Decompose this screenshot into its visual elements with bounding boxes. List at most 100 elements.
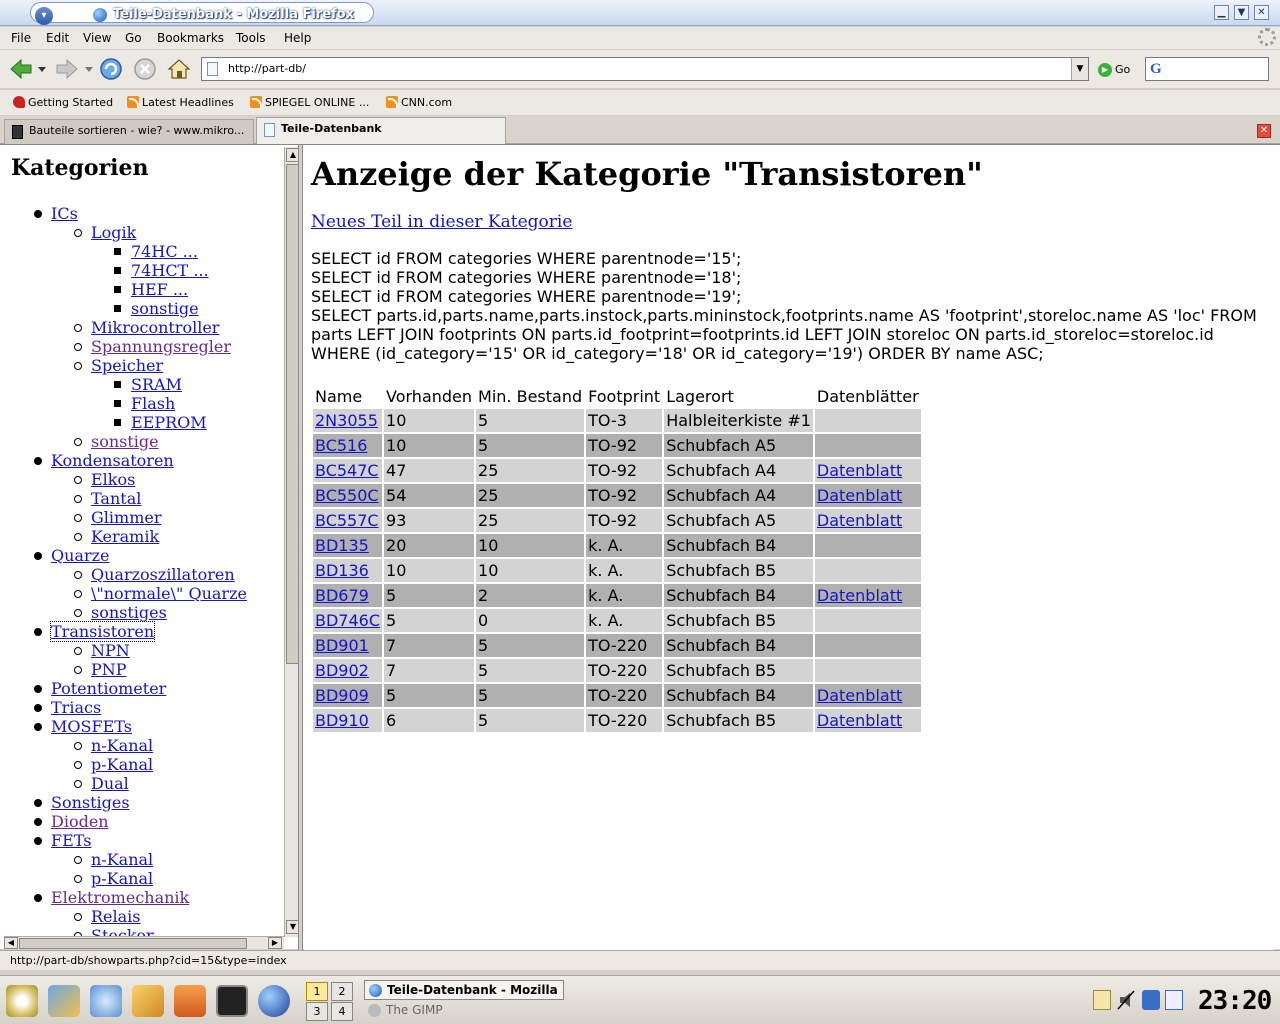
vertical-scrollbar[interactable]: ▲ ▼ — [284, 147, 298, 937]
category-link[interactable]: Kondensatoren — [51, 451, 174, 470]
datasheet-link[interactable]: Datenblatt — [817, 461, 902, 480]
vertical-scroll-thumb[interactable] — [286, 164, 298, 664]
bookmark-cnn[interactable]: CNN.com — [386, 96, 452, 109]
category-link[interactable]: p-Kanal — [91, 869, 153, 888]
desktop-4-button[interactable]: 4 — [331, 1002, 353, 1021]
mixer-muted-icon[interactable] — [1117, 990, 1135, 1010]
category-link[interactable]: SRAM — [131, 375, 182, 394]
category-link[interactable]: 74HCT ... — [131, 261, 209, 280]
desktop-3-button[interactable]: 3 — [306, 1002, 328, 1021]
datasheet-link[interactable]: Datenblatt — [817, 511, 902, 530]
network-monitor-icon[interactable] — [1165, 990, 1183, 1010]
category-link[interactable]: Spannungsregler — [91, 337, 231, 356]
menu-help[interactable]: Help — [284, 31, 311, 45]
datasheet-link[interactable]: Datenblatt — [817, 686, 902, 705]
datasheet-link[interactable]: Datenblatt — [817, 586, 902, 605]
kmix-icon[interactable] — [1142, 990, 1160, 1010]
category-link[interactable]: 74HC ... — [131, 242, 198, 261]
part-link[interactable]: BD902 — [315, 661, 369, 680]
tab-mikrocontroller[interactable]: Bauteile sortieren - wie? - www.mikro... — [4, 119, 254, 144]
category-link[interactable]: n-Kanal — [91, 736, 153, 755]
network-icon[interactable] — [90, 985, 122, 1017]
category-link[interactable]: Mikrocontroller — [91, 318, 219, 337]
category-link[interactable]: HEF ... — [131, 280, 188, 299]
category-link[interactable]: Sonstiges — [51, 793, 130, 812]
category-link[interactable]: \"normale\" Quarze — [91, 584, 247, 603]
category-link[interactable]: p-Kanal — [91, 755, 153, 774]
category-link[interactable]: MOSFETs — [51, 717, 132, 736]
category-link[interactable]: Tantal — [91, 489, 141, 508]
url-input[interactable]: http://part-db/ ▼ — [201, 57, 1089, 81]
close-window-icon[interactable]: ✕ — [1254, 5, 1269, 20]
category-link[interactable]: n-Kanal — [91, 850, 153, 869]
category-link[interactable]: Dioden — [51, 812, 109, 831]
category-link[interactable]: Elkos — [91, 470, 135, 489]
category-link[interactable]: Quarze — [51, 546, 110, 565]
category-link[interactable]: Logik — [91, 223, 136, 242]
reload-icon[interactable] — [98, 56, 124, 82]
part-link[interactable]: BD135 — [315, 536, 369, 555]
task-gimp[interactable]: The GIMP — [364, 1001, 564, 1021]
back-history-dropdown-icon[interactable] — [38, 65, 46, 73]
window-menu-icon[interactable]: ▾ — [35, 7, 53, 25]
category-scroll-area[interactable]: Kategorien ICs Logik 74HC ... 74HCT ... HEF … — [4, 147, 284, 937]
category-link[interactable]: Transistoren — [49, 621, 156, 642]
category-link[interactable]: Quarzoszillatoren — [91, 565, 235, 584]
category-link[interactable]: sonstiges — [91, 603, 167, 622]
forward-arrow-icon[interactable] — [54, 56, 80, 82]
category-link[interactable]: Triacs — [51, 698, 101, 717]
category-link[interactable]: sonstige — [91, 432, 159, 451]
desktop-2-button[interactable]: 2 — [331, 982, 353, 1001]
url-dropdown-icon[interactable]: ▼ — [1071, 58, 1088, 80]
part-link[interactable]: BD901 — [315, 636, 369, 655]
category-link[interactable]: Dual — [91, 774, 129, 793]
bookmark-getting-started[interactable]: Getting Started — [13, 96, 113, 109]
task-firefox[interactable]: Teile-Datenbank - Mozilla F — [364, 980, 564, 1000]
bookmark-spiegel[interactable]: SPIEGEL ONLINE ... — [250, 96, 369, 109]
stop-icon[interactable] — [132, 56, 158, 82]
desktop-1-button[interactable]: 1 — [306, 982, 328, 1001]
category-link[interactable]: PNP — [91, 660, 127, 679]
home-folder-icon[interactable] — [174, 985, 206, 1017]
category-link[interactable]: Flash — [131, 394, 175, 413]
search-input[interactable]: G — [1145, 57, 1269, 81]
terminal-icon[interactable] — [216, 985, 248, 1017]
menu-go[interactable]: Go — [125, 31, 142, 45]
category-link[interactable]: FETs — [51, 831, 92, 850]
forward-history-dropdown-icon[interactable] — [85, 65, 93, 73]
menu-bookmarks[interactable]: Bookmarks — [157, 31, 224, 45]
datasheet-link[interactable]: Datenblatt — [817, 486, 902, 505]
kde-menu-icon[interactable] — [6, 985, 38, 1017]
part-link[interactable]: BC547C — [315, 461, 379, 480]
menu-view[interactable]: View — [83, 31, 111, 45]
maximize-icon[interactable]: ▼ — [1234, 5, 1249, 20]
editor-icon[interactable] — [132, 985, 164, 1017]
scroll-up-icon[interactable]: ▲ — [286, 148, 298, 162]
part-link[interactable]: BD136 — [315, 561, 369, 580]
category-link[interactable]: ICs — [51, 204, 78, 223]
category-link[interactable]: EEPROM — [131, 413, 207, 432]
part-link[interactable]: BC516 — [315, 436, 367, 455]
scroll-down-icon[interactable]: ▼ — [286, 920, 298, 934]
category-link[interactable]: Glimmer — [91, 508, 161, 527]
tab-teile-datenbank[interactable]: Teile-Datenbank — [256, 117, 506, 145]
part-link[interactable]: 2N3055 — [315, 411, 378, 430]
menu-edit[interactable]: Edit — [46, 31, 69, 45]
category-link[interactable]: Potentiometer — [51, 679, 166, 698]
back-arrow-icon[interactable] — [8, 56, 34, 82]
part-link[interactable]: BC550C — [315, 486, 379, 505]
clock[interactable]: 23:20 — [1198, 986, 1272, 1016]
horizontal-scroll-thumb[interactable] — [19, 938, 247, 949]
part-link[interactable]: BD679 — [315, 586, 369, 605]
part-link[interactable]: BC557C — [315, 511, 379, 530]
horizontal-scrollbar[interactable]: ◀ ▶ — [4, 936, 284, 949]
go-button[interactable]: ▶ Go — [1098, 62, 1130, 77]
part-link[interactable]: BD746C — [315, 611, 380, 630]
scroll-left-icon[interactable]: ◀ — [4, 937, 18, 949]
new-part-link[interactable]: Neues Teil in dieser Kategorie — [311, 212, 572, 232]
category-link[interactable]: Elektromechanik — [51, 888, 189, 907]
home-icon[interactable] — [166, 56, 192, 82]
part-link[interactable]: BD910 — [315, 711, 369, 730]
part-link[interactable]: BD909 — [315, 686, 369, 705]
bookmark-latest-headlines[interactable]: Latest Headlines — [127, 96, 234, 109]
